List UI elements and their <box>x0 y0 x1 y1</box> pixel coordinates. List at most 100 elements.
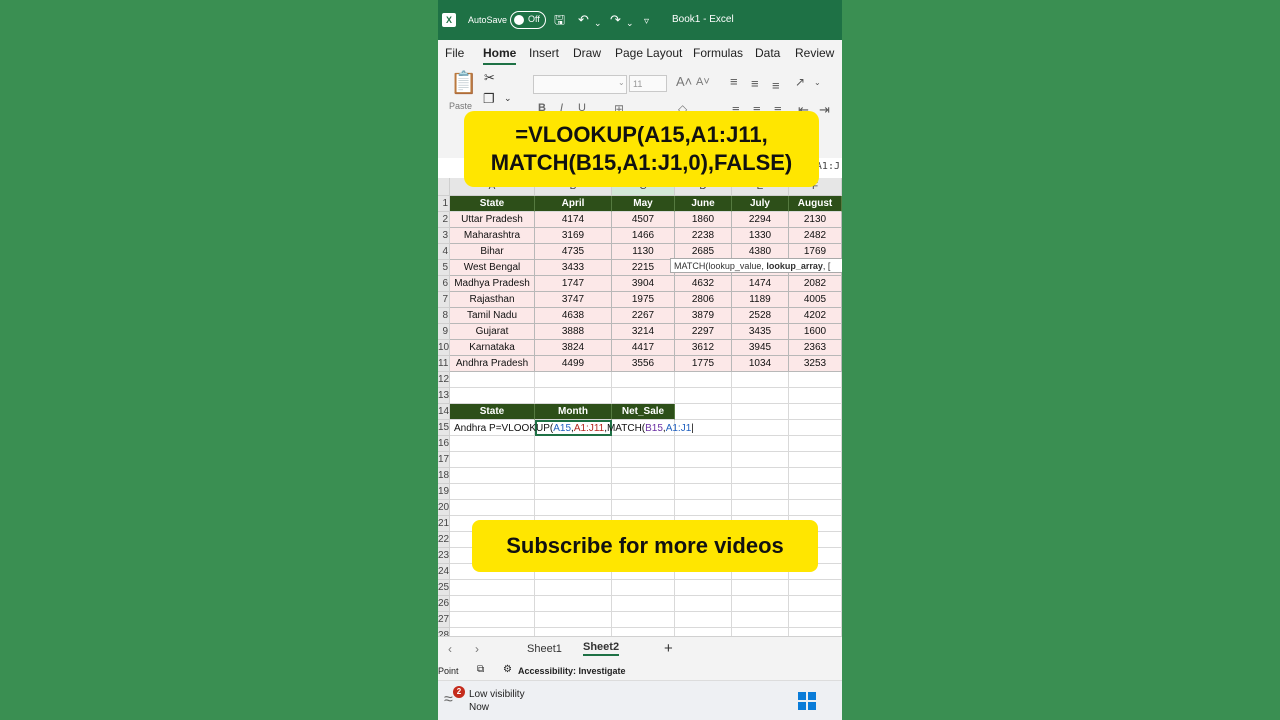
table-cell[interactable]: 4632 <box>675 276 732 292</box>
empty-cell[interactable] <box>612 372 675 388</box>
macro-recording-icon[interactable]: ⧉ <box>477 664 484 675</box>
font-name-dropdown-icon[interactable]: ⌄ <box>618 78 625 87</box>
empty-cell[interactable] <box>789 452 842 468</box>
row-header-23[interactable]: 23 <box>438 548 450 564</box>
table-cell[interactable]: 1130 <box>612 244 675 260</box>
empty-cell[interactable] <box>675 388 732 404</box>
empty-cell[interactable] <box>612 388 675 404</box>
sheet-tab-sheet2[interactable]: Sheet2 <box>583 641 620 656</box>
table-cell[interactable]: 2215 <box>612 260 675 276</box>
empty-cell[interactable] <box>450 468 535 484</box>
empty-cell[interactable] <box>732 452 789 468</box>
table-cell[interactable]: Gujarat <box>450 324 535 340</box>
row-header-15[interactable]: 15 <box>438 420 450 436</box>
tab-data[interactable]: Data <box>755 46 780 60</box>
empty-cell[interactable] <box>675 500 732 516</box>
windows-start-icon[interactable] <box>798 692 816 710</box>
table-cell[interactable]: Maharashtra <box>450 228 535 244</box>
table-cell[interactable]: 4507 <box>612 212 675 228</box>
empty-cell[interactable] <box>612 580 675 596</box>
tab-page-layout[interactable]: Page Layout <box>615 46 682 60</box>
row-header-5[interactable]: 5 <box>438 260 450 276</box>
table-cell[interactable]: West Bengal <box>450 260 535 276</box>
empty-cell[interactable] <box>535 500 612 516</box>
empty-cell[interactable] <box>732 372 789 388</box>
empty-cell[interactable] <box>450 612 535 628</box>
tab-file[interactable]: File <box>445 46 464 60</box>
empty-cell[interactable] <box>732 420 789 436</box>
empty-cell[interactable] <box>535 484 612 500</box>
empty-cell[interactable] <box>732 436 789 452</box>
empty-cell[interactable] <box>535 436 612 452</box>
row-header-4[interactable]: 4 <box>438 244 450 260</box>
table-header-cell[interactable]: State <box>450 196 535 212</box>
active-edit-cell[interactable]: Andhra P=VLOOKUP(A15,A1:J11,MATCH(B15,A1… <box>454 420 694 436</box>
orientation-icon[interactable]: ↗ <box>795 75 805 89</box>
empty-cell[interactable] <box>675 468 732 484</box>
table-cell[interactable]: 4202 <box>789 308 842 324</box>
table-cell[interactable]: 3888 <box>535 324 612 340</box>
copy-dropdown-icon[interactable]: ⌄ <box>504 93 512 104</box>
empty-cell[interactable] <box>535 612 612 628</box>
empty-cell[interactable] <box>789 468 842 484</box>
empty-cell[interactable] <box>732 388 789 404</box>
empty-cell[interactable] <box>450 436 535 452</box>
table-header-cell[interactable]: August <box>789 196 842 212</box>
accessibility-status[interactable]: Accessibility: Investigate <box>518 666 626 676</box>
table-cell[interactable]: 1034 <box>732 356 789 372</box>
tab-review[interactable]: Review <box>795 46 834 60</box>
table-cell[interactable]: 2267 <box>612 308 675 324</box>
empty-cell[interactable] <box>535 372 612 388</box>
empty-cell[interactable] <box>675 596 732 612</box>
empty-cell[interactable] <box>450 580 535 596</box>
empty-cell[interactable] <box>535 468 612 484</box>
row-header-3[interactable]: 3 <box>438 228 450 244</box>
empty-cell[interactable] <box>675 452 732 468</box>
table-cell[interactable]: Uttar Pradesh <box>450 212 535 228</box>
select-all-corner[interactable] <box>438 178 450 196</box>
table-header-cell[interactable]: May <box>612 196 675 212</box>
table-cell[interactable]: 1975 <box>612 292 675 308</box>
row-header-17[interactable]: 17 <box>438 452 450 468</box>
table-cell[interactable]: 2238 <box>675 228 732 244</box>
table-cell[interactable]: 1775 <box>675 356 732 372</box>
align-top-icon[interactable]: ≡ <box>730 74 738 89</box>
empty-cell[interactable] <box>612 436 675 452</box>
table-cell[interactable]: 4174 <box>535 212 612 228</box>
row-header-1[interactable]: 1 <box>438 196 450 212</box>
empty-cell[interactable] <box>450 484 535 500</box>
table-cell[interactable]: 3879 <box>675 308 732 324</box>
lookup-header-cell[interactable]: Net_Sale <box>612 404 675 420</box>
empty-cell[interactable] <box>732 596 789 612</box>
decrease-font-icon[interactable]: A˅ <box>696 76 710 88</box>
lookup-header-cell[interactable]: State <box>450 404 535 420</box>
increase-font-icon[interactable]: A˄ <box>676 74 692 89</box>
empty-cell[interactable] <box>450 596 535 612</box>
table-cell[interactable]: 3253 <box>789 356 842 372</box>
sheet-tab-sheet1[interactable]: Sheet1 <box>527 643 562 655</box>
table-cell[interactable]: 2806 <box>675 292 732 308</box>
table-cell[interactable]: 2130 <box>789 212 842 228</box>
empty-cell[interactable] <box>450 388 535 404</box>
table-cell[interactable]: 3169 <box>535 228 612 244</box>
tab-formulas[interactable]: Formulas <box>693 46 743 60</box>
empty-cell[interactable] <box>612 612 675 628</box>
tab-insert[interactable]: Insert <box>529 46 559 60</box>
empty-cell[interactable] <box>732 468 789 484</box>
row-header-16[interactable]: 16 <box>438 436 450 452</box>
table-cell[interactable]: 2297 <box>675 324 732 340</box>
row-header-19[interactable]: 19 <box>438 484 450 500</box>
empty-cell[interactable] <box>612 484 675 500</box>
table-cell[interactable]: 3433 <box>535 260 612 276</box>
empty-cell[interactable] <box>675 484 732 500</box>
row-header-9[interactable]: 9 <box>438 324 450 340</box>
row-header-21[interactable]: 21 <box>438 516 450 532</box>
table-cell[interactable]: 2528 <box>732 308 789 324</box>
table-cell[interactable]: 1600 <box>789 324 842 340</box>
table-cell[interactable]: 4735 <box>535 244 612 260</box>
table-cell[interactable]: 3747 <box>535 292 612 308</box>
table-cell[interactable]: 4499 <box>535 356 612 372</box>
empty-cell[interactable] <box>789 580 842 596</box>
table-cell[interactable]: 3945 <box>732 340 789 356</box>
empty-cell[interactable] <box>612 452 675 468</box>
